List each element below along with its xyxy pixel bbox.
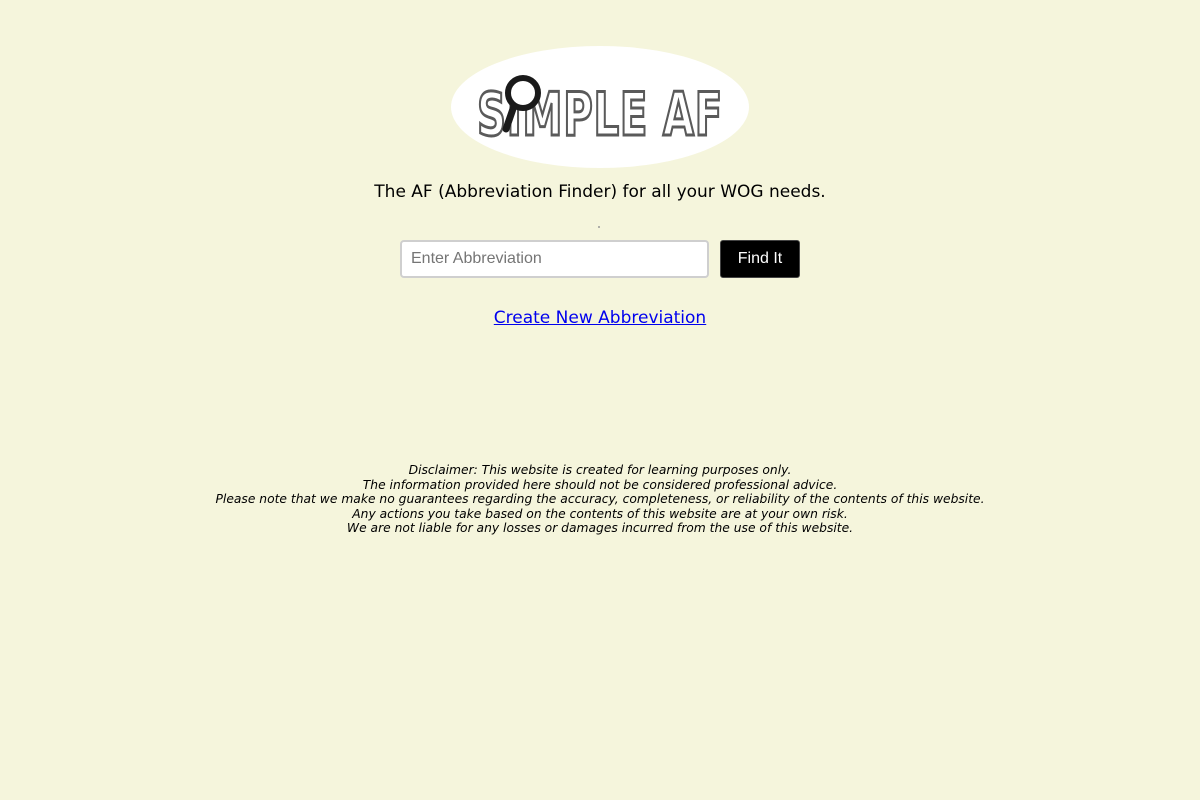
disclaimer-line: Please note that we make no guarantees r… xyxy=(215,492,985,507)
disclaimer-line: Disclaimer: This website is created for … xyxy=(408,463,792,477)
disclaimer-line: Any actions you take based on the conten… xyxy=(352,506,848,521)
disclaimer: Disclaimer: This website is created for … xyxy=(0,463,1200,536)
logo-graphic: SIMPLE AF xyxy=(451,46,749,168)
disclaimer-line: The information provided here should not… xyxy=(362,477,838,492)
divider-dot xyxy=(598,226,600,228)
disclaimer-line: We are not liable for any losses or dama… xyxy=(346,521,854,536)
logo: SIMPLE AF xyxy=(450,45,750,169)
tagline: The AF (Abbreviation Finder) for all you… xyxy=(374,182,826,202)
search-input[interactable] xyxy=(400,240,709,278)
create-link-container: Create New Abbreviation xyxy=(0,307,1200,329)
find-it-button[interactable]: Find It xyxy=(720,240,800,278)
create-new-abbreviation-link[interactable]: Create New Abbreviation xyxy=(494,308,706,328)
